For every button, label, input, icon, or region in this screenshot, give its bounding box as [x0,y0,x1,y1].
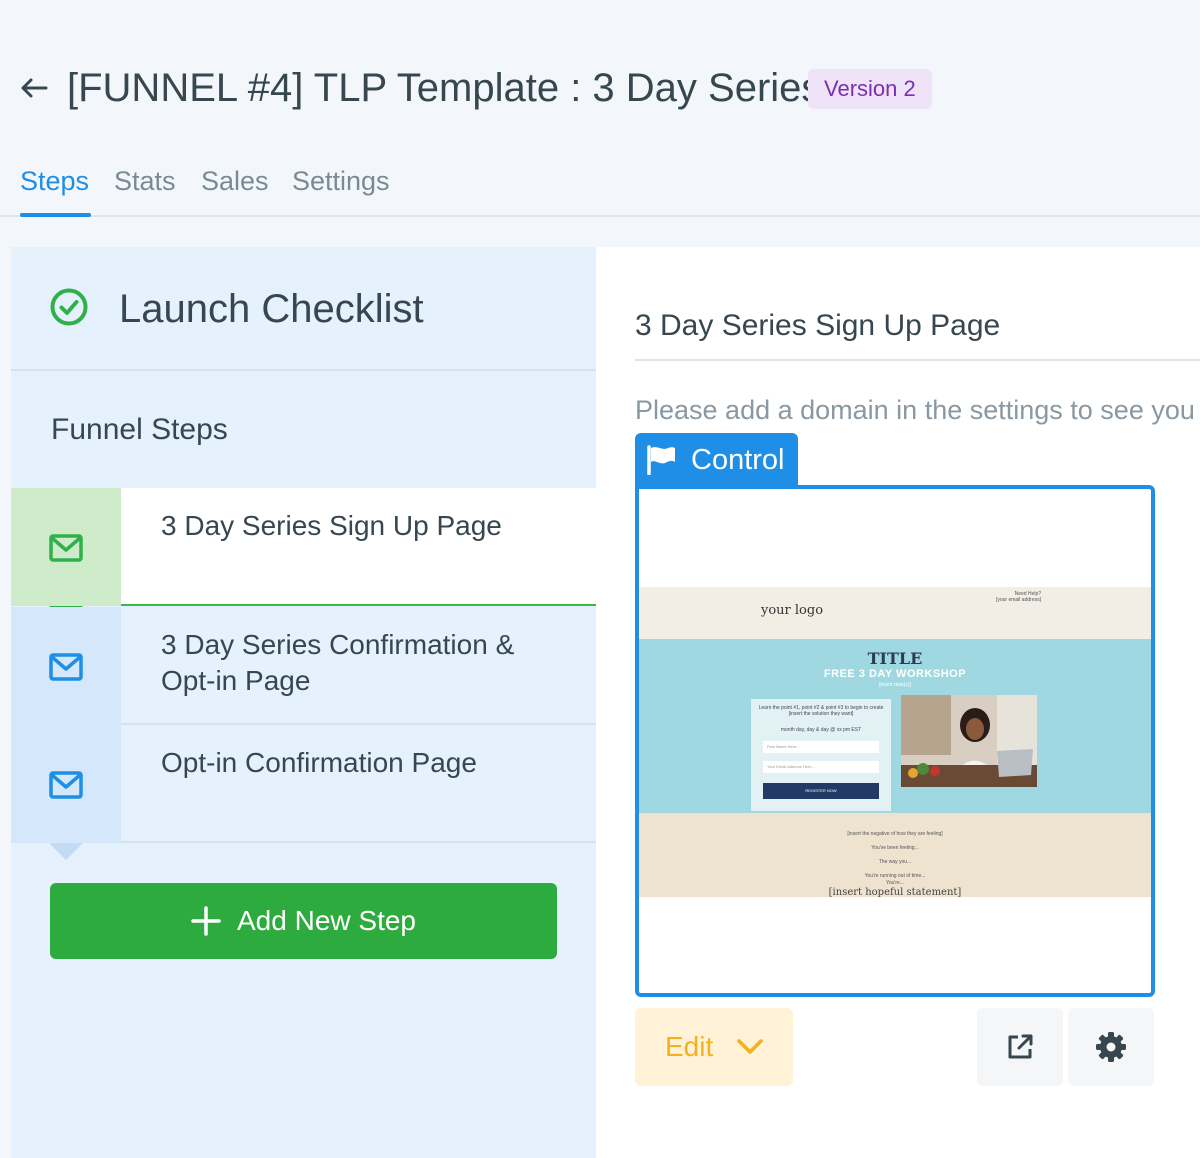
preview-hero: TITLE FREE 3 DAY WORKSHOP [insert date(s… [639,639,1151,813]
preview-hero-photo [901,695,1037,787]
preview-dates: [insert date(s)] [879,682,911,688]
preview-pain-section: [insert the negative of how they are fee… [639,813,1151,898]
arrow-left-icon[interactable] [18,72,50,104]
preview-title: TITLE [867,649,923,668]
step-title: 3 Day Series Sign Up Page [635,309,1001,342]
launch-checklist[interactable]: Launch Checklist [11,247,596,371]
open-external-button[interactable] [977,1008,1063,1086]
control-label: Control [691,443,785,476]
active-tab-indicator [20,213,91,217]
step-label: 3 Day Series Sign Up Page [161,510,502,541]
divider [635,359,1200,361]
launch-checklist-title: Launch Checklist [119,287,424,331]
step-label: Opt-in Confirmation Page [161,747,477,778]
step-detail-panel: 3 Day Series Sign Up Page Please add a d… [596,247,1200,1158]
flag-icon [647,445,675,475]
add-new-step-button[interactable]: Add New Step [50,883,557,959]
funnel-step-item[interactable]: Opt-in Confirmation Page [11,725,596,843]
preview-form-text: Learn the point #1, point #2 & point #3 … [758,705,884,717]
chevron-down-icon [737,1039,763,1054]
preview-line: You've been feeling... [871,845,919,851]
preview-line: You're... [885,880,904,886]
preview-register-button: REGISTER NOW [763,783,879,799]
step-label: 3 Day Series Confirmation & Opt-in Page [161,629,515,696]
preview-line: You're running out of time... [864,873,926,879]
step-connector-arrow [49,843,83,860]
tab-sales[interactable]: Sales [201,166,269,197]
envelope-icon [49,534,83,562]
preview-line: The way you... [878,859,912,865]
page-header: [FUNNEL #4] TLP Template : 3 Day Series … [0,0,1200,150]
preview-logo: your logo [761,603,824,618]
domain-notice: Please add a domain in the settings to s… [635,395,1195,425]
envelope-icon [49,653,83,681]
preview-statement: [insert hopeful statement] [828,887,962,898]
tab-settings[interactable]: Settings [292,166,390,197]
external-link-icon [1008,1034,1033,1059]
add-new-step-label: Add New Step [237,905,416,936]
step-rail [11,725,121,843]
step-rail [11,607,121,725]
preview-name-field: First Name Here... [763,741,879,753]
funnel-steps-heading: Funnel Steps [51,413,228,446]
step-settings-button[interactable] [1068,1008,1154,1086]
funnel-step-item[interactable]: 3 Day Series Confirmation & Opt-in Page [11,607,596,725]
funnel-step-item[interactable]: 3 Day Series Sign Up Page [11,488,596,606]
tab-steps[interactable]: Steps [20,166,89,197]
plus-icon [191,906,221,936]
check-circle-icon [50,288,88,326]
gear-icon [1096,1032,1126,1062]
page-preview-thumbnail[interactable]: your logo Need Help? [your email address… [635,485,1155,997]
preview-subtitle: FREE 3 DAY WORKSHOP [823,668,967,680]
page-title: [FUNNEL #4] TLP Template : 3 Day Series [67,66,822,110]
edit-dropdown-button[interactable]: Edit [635,1008,793,1086]
funnel-sidebar: Launch Checklist Funnel Steps 3 Day Seri… [11,247,596,1158]
preview-help: Need Help? [your email address] [996,591,1041,603]
preview-form-time: month day, day & day @ xx pm EST [780,727,862,733]
control-variant-tab[interactable]: Control [635,433,798,487]
edit-label: Edit [665,1031,714,1062]
preview-form: Learn the point #1, point #2 & point #3 … [751,699,891,811]
envelope-icon [49,771,83,799]
preview-line: [insert the negative of how they are fee… [847,831,943,837]
kitchen-photo-image [901,695,1037,787]
preview-help-subtitle: [your email address] [995,597,1041,603]
version-badge[interactable]: Version 2 [808,69,932,109]
preview-email-field: Your Email Address Here... [763,761,879,773]
tab-bar: Steps Stats Sales Settings [0,160,1200,217]
step-rail [11,488,121,606]
preview-header: your logo Need Help? [your email address… [639,587,1151,639]
tab-stats[interactable]: Stats [114,166,176,197]
